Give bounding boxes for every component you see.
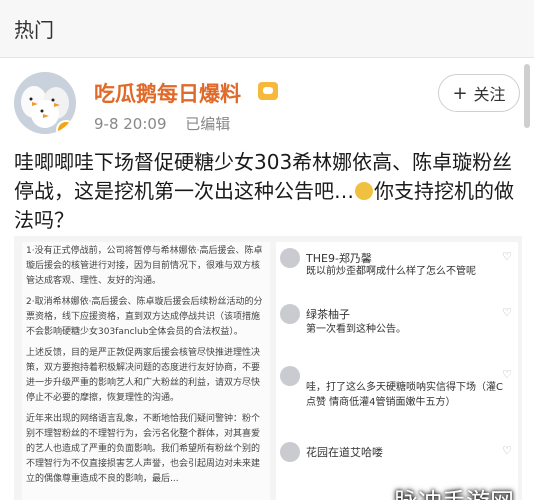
plus-icon: + xyxy=(452,82,468,104)
doc-paragraph: 1·没有正式停战前，公司将暂停与希林娜依·高后援会、陈卓璇后援会的核管进行对接，… xyxy=(26,246,263,286)
comment-avatar xyxy=(280,442,300,462)
post-card: 吃瓜鹅每日爆料 9-8 20:09 已编辑 + 关注 哇唧唧哇下场督促硬糖少女3… xyxy=(0,58,534,500)
heart-icon: ♡ xyxy=(502,250,512,263)
comments-screenshot: THE9-郑乃馨 ♡ 既以前炒歪都啊成什么样了怎么不管呢 绿茶柚子 ♡ 第一次看… xyxy=(276,242,518,500)
heart-icon: ♡ xyxy=(502,306,512,319)
comment-avatar xyxy=(280,248,300,268)
announcement-document: 1·没有正式停战前，公司将暂停与希林娜依·高后援会、陈卓璇后援会的核管进行对接，… xyxy=(22,242,270,500)
post-text: 哇唧唧哇下场督促硬糖少女303希林娜依高、陈卓璇粉丝停战，这是挖机第一次出这种公… xyxy=(14,148,522,235)
verified-badge-icon xyxy=(56,120,76,134)
doc-paragraph: 2·取消希林娜依·高后援会、陈卓璇后援会后续粉丝活动的分票资格，线下应援资格，直… xyxy=(26,297,263,337)
scrollbar[interactable] xyxy=(524,64,530,128)
follow-button[interactable]: + 关注 xyxy=(438,74,520,112)
comment-text: 哇，打了这么多天硬糖唢呐实信得下场（灌C点赞 情商低灌4管销面嫩牛五方） xyxy=(306,382,503,408)
post-date: 9-8 20:09 xyxy=(94,115,167,133)
username[interactable]: 吃瓜鹅每日爆料 xyxy=(94,78,241,108)
comment-avatar xyxy=(280,366,300,386)
comment-name: 花园在道艾哈喽 xyxy=(306,446,383,459)
doc-paragraph: 近年来出现的网络语言乱象，不断地恰我们疑问警钟：粉个别不理智粉丝的不理智行为，会… xyxy=(26,414,261,484)
emoji-icon xyxy=(355,182,373,200)
edited-label: 已编辑 xyxy=(185,115,231,133)
comment-avatar xyxy=(280,304,300,324)
avatar[interactable] xyxy=(14,72,76,134)
comment-name: 绿茶柚子 xyxy=(306,308,350,321)
follow-label: 关注 xyxy=(473,85,506,104)
doc-paragraph: 上述反馈，目的是严正敦促两家后援会核管尽快推进理性决策，双方要抱持着积极解决问题… xyxy=(26,348,261,403)
watermark: 脉冲手游网 xyxy=(394,482,514,500)
section-title: 热门 xyxy=(14,18,54,42)
comment-text: 既以前炒歪都啊成什么样了怎么不管呢 xyxy=(306,266,476,277)
heart-icon: ♡ xyxy=(502,444,512,457)
post-meta: 9-8 20:09 已编辑 xyxy=(94,113,244,134)
top-bar: 热门 xyxy=(0,0,534,58)
comment-text: 第一次看到这种公告。 xyxy=(306,324,406,335)
vip-icon xyxy=(258,82,278,100)
post-image[interactable]: 1·没有正式停战前，公司将暂停与希林娜依·高后援会、陈卓璇后援会的核管进行对接，… xyxy=(14,236,522,500)
